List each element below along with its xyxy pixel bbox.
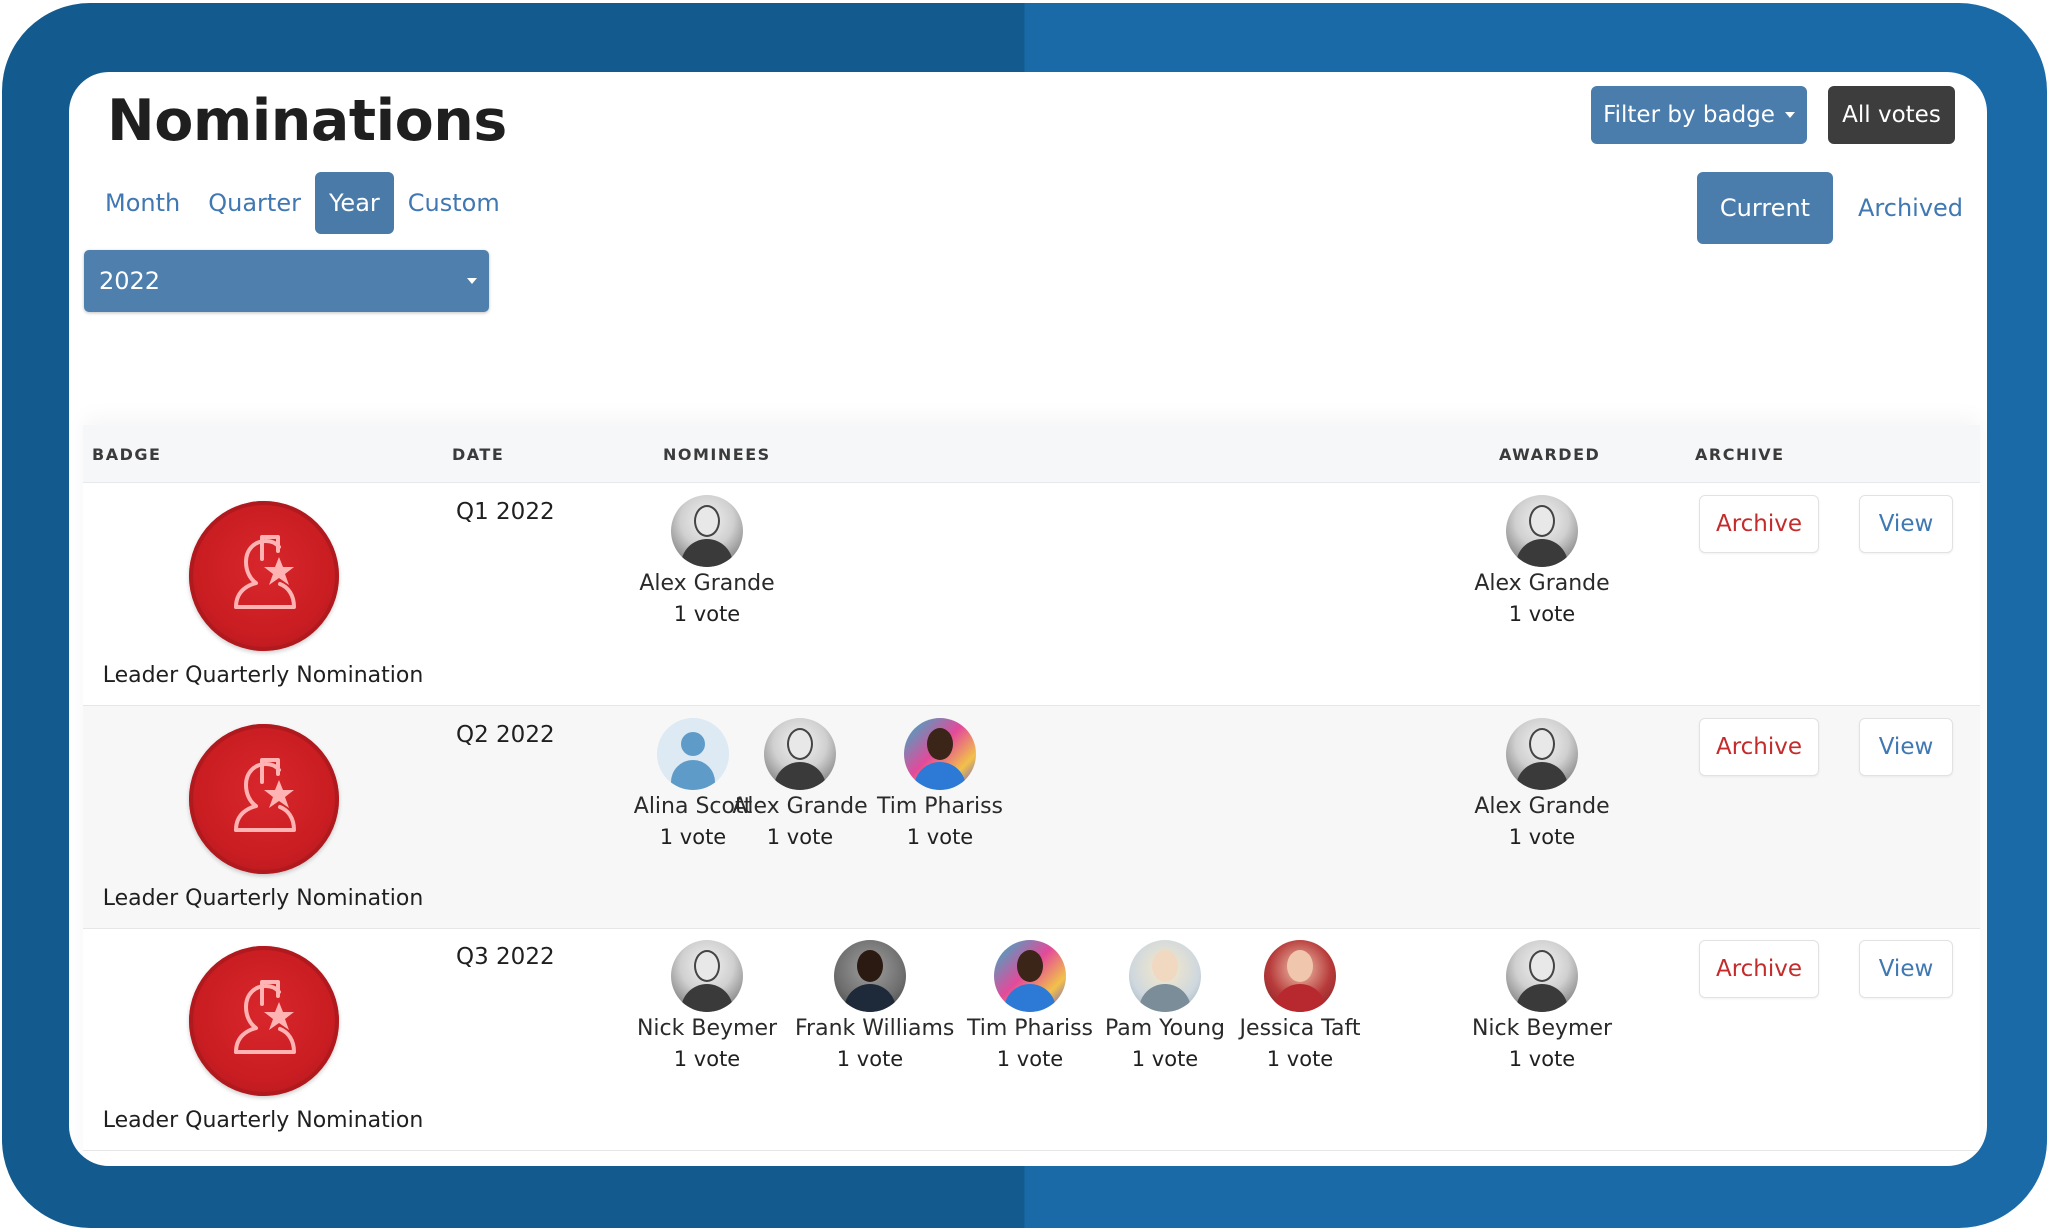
nominee: Alex Grande 1 vote: [725, 718, 875, 849]
nominee-votes: 1 vote: [1266, 1047, 1334, 1071]
tab-year[interactable]: Year: [314, 172, 394, 234]
nominations-table: BADGE DATE NOMINEES AWARDED ARCHIVE Lead…: [83, 425, 1980, 1166]
nominee: Alex Grande 1 vote: [632, 495, 782, 626]
nominee-name: Nick Beymer: [636, 1016, 778, 1041]
leader-badge-icon: [234, 758, 296, 832]
column-header-archive: ARCHIVE: [1695, 445, 1785, 464]
chevron-down-icon: [1784, 112, 1795, 118]
tab-archived[interactable]: Archived: [1833, 172, 1987, 244]
all-votes-button[interactable]: All votes: [1828, 86, 1955, 144]
nominations-panel: Nominations Month Quarter Year Custom 20…: [69, 72, 1987, 1166]
nominee-votes: 1 vote: [906, 825, 974, 849]
tab-current[interactable]: Current: [1697, 172, 1833, 244]
nominee-votes: 1 vote: [673, 1047, 741, 1071]
column-header-date: DATE: [452, 445, 505, 464]
awarded-name: Alex Grande: [1474, 571, 1610, 596]
nominee: Tim Phariss 1 vote: [955, 940, 1105, 1071]
nominee-name: Frank Williams: [795, 1016, 955, 1041]
view-button[interactable]: View: [1859, 940, 1953, 998]
badge-name: Leader Quarterly Nomination: [102, 663, 424, 688]
awarded-votes: 1 vote: [1508, 602, 1576, 626]
nominee-votes: 1 vote: [1131, 1047, 1199, 1071]
avatar: [994, 940, 1066, 1012]
awarded-nominee: Alex Grande 1 vote: [1467, 495, 1617, 626]
nominee-votes: 1 vote: [836, 1047, 904, 1071]
avatar: [1506, 718, 1578, 790]
chevron-down-icon: [467, 278, 477, 284]
awarded-votes: 1 vote: [1508, 1047, 1576, 1071]
table-row: Leader Quarterly Nomination Q1 2022 Alex G…: [83, 483, 1980, 706]
awarded-votes: 1 vote: [1508, 825, 1576, 849]
badge-image: [189, 724, 339, 874]
nominee-votes: 1 vote: [996, 1047, 1064, 1071]
table-row: Leader Quarterly Nomination Q3 2022 Nick B…: [83, 928, 1980, 1151]
period-tabs: Month Quarter Year Custom: [91, 172, 514, 234]
awarded-name: Nick Beymer: [1471, 1016, 1613, 1041]
nominee-name: Pam Young: [1104, 1016, 1225, 1041]
archive-button[interactable]: Archive: [1699, 940, 1819, 998]
awarded-nominee: Alex Grande 1 vote: [1467, 718, 1617, 849]
leader-badge-icon: [234, 980, 296, 1054]
tab-month[interactable]: Month: [91, 172, 194, 234]
table-row: Leader Quarterly Nomination Q2 2022 Alina …: [83, 706, 1980, 929]
badge-image: [189, 501, 339, 651]
awarded-name: Alex Grande: [1474, 794, 1610, 819]
avatar: [904, 718, 976, 790]
view-button[interactable]: View: [1859, 495, 1953, 553]
column-header-nominees: NOMINEES: [663, 445, 771, 464]
view-button[interactable]: View: [1859, 718, 1953, 776]
filter-by-badge-button[interactable]: Filter by badge: [1591, 86, 1807, 144]
awarded-nominee: Nick Beymer 1 vote: [1467, 940, 1617, 1071]
archive-button[interactable]: Archive: [1699, 495, 1819, 553]
nominee-votes: 1 vote: [673, 602, 741, 626]
nominee: Pam Young 1 vote: [1090, 940, 1240, 1071]
avatar: [1264, 940, 1336, 1012]
nominee: Frank Williams 1 vote: [795, 940, 955, 1071]
nominee-name: Jessica Taft: [1239, 1016, 1361, 1041]
badge-name: Leader Quarterly Nomination: [102, 886, 424, 911]
filter-by-badge-label: Filter by badge: [1603, 102, 1775, 128]
outer-frame: Nominations Month Quarter Year Custom 20…: [2, 3, 2047, 1228]
nominee-name: Alex Grande: [639, 571, 775, 596]
nominee-name: Alex Grande: [732, 794, 868, 819]
status-tabs: Current Archived: [1697, 172, 1987, 244]
table-header: BADGE DATE NOMINEES AWARDED ARCHIVE: [83, 425, 1980, 483]
nomination-date: Q1 2022: [456, 499, 555, 525]
badge-name: Leader Quarterly Nomination: [102, 1108, 424, 1133]
tab-quarter[interactable]: Quarter: [194, 172, 315, 234]
avatar: [657, 718, 729, 790]
avatar: [1506, 495, 1578, 567]
page-title: Nominations: [107, 88, 507, 154]
avatar: [834, 940, 906, 1012]
nominee-name: Tim Phariss: [966, 1016, 1094, 1041]
nominee-votes: 1 vote: [766, 825, 834, 849]
leader-badge-icon: [234, 535, 296, 609]
tab-custom[interactable]: Custom: [394, 172, 514, 234]
nomination-date: Q3 2022: [456, 944, 555, 970]
nominee: Jessica Taft 1 vote: [1225, 940, 1375, 1071]
avatar: [671, 940, 743, 1012]
archive-button[interactable]: Archive: [1699, 718, 1819, 776]
nomination-date: Q2 2022: [456, 722, 555, 748]
nominee-name: Tim Phariss: [876, 794, 1004, 819]
column-header-badge: BADGE: [92, 445, 162, 464]
avatar: [671, 495, 743, 567]
avatar: [1506, 940, 1578, 1012]
nominee: Tim Phariss 1 vote: [865, 718, 1015, 849]
avatar: [1129, 940, 1201, 1012]
nominee: Nick Beymer 1 vote: [632, 940, 782, 1071]
year-select-value: 2022: [99, 267, 161, 295]
badge-image: [189, 946, 339, 1096]
avatar: [764, 718, 836, 790]
year-select[interactable]: 2022: [84, 250, 489, 312]
column-header-awarded: AWARDED: [1499, 445, 1601, 464]
